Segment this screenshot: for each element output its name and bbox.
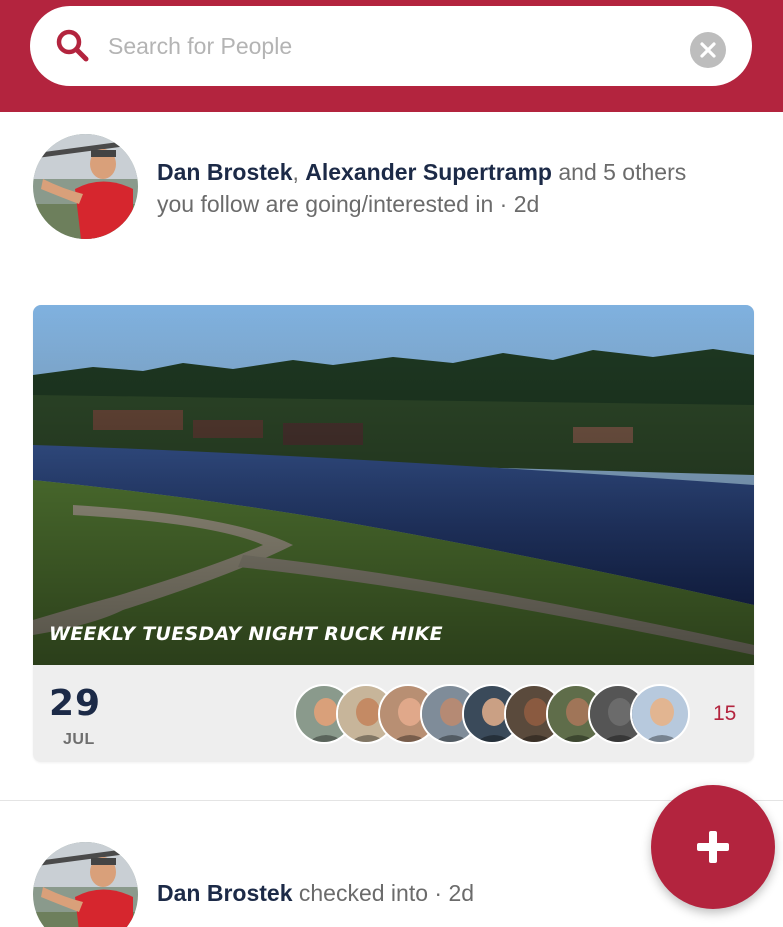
clear-search-button[interactable]: [690, 32, 726, 68]
user-name-link[interactable]: Dan Brostek: [157, 880, 292, 906]
event-date-day: 29: [49, 683, 102, 724]
plus-icon: [697, 831, 729, 863]
feed-divider: [0, 800, 783, 801]
attendee-avatar[interactable]: [630, 684, 690, 744]
avatar[interactable]: [33, 134, 138, 239]
dot-separator: ·: [499, 191, 508, 217]
name-separator: ,: [292, 159, 299, 185]
event-photo[interactable]: [33, 305, 754, 665]
search-bar[interactable]: [30, 6, 752, 86]
event-date-month: JUL: [63, 731, 95, 748]
activity-description: you follow are going/interested in: [157, 191, 494, 217]
timestamp: 2d: [448, 880, 475, 906]
header-bar: [0, 0, 783, 112]
others-count-text: and 5 others: [558, 159, 687, 185]
user-name-link[interactable]: Dan Brostek: [157, 159, 292, 185]
close-icon: [700, 42, 716, 58]
activity-text: Dan Brostek checked into · 2d: [157, 880, 474, 907]
attendee-avatars[interactable]: [294, 684, 696, 744]
event-card[interactable]: WEEKLY TUESDAY NIGHT RUCK HIKE 29 JUL 15: [33, 305, 754, 762]
feed-item-event-activity[interactable]: Dan Brostek, Alexander Supertramp and 5 …: [33, 134, 753, 244]
search-icon: [56, 29, 89, 62]
feed-item-checkin[interactable]: Dan Brostek checked into · 2d: [33, 842, 753, 927]
timestamp: 2d: [513, 191, 540, 217]
activity-description: checked into: [298, 880, 429, 906]
event-title[interactable]: WEEKLY TUESDAY NIGHT RUCK HIKE: [49, 623, 443, 645]
user-name-link[interactable]: Alexander Supertramp: [305, 159, 552, 185]
attendee-count[interactable]: 15: [713, 702, 736, 726]
dot-separator: ·: [434, 880, 443, 906]
add-button[interactable]: [651, 785, 775, 909]
avatar[interactable]: [33, 842, 138, 927]
search-input[interactable]: [108, 28, 668, 64]
activity-text: Dan Brostek, Alexander Supertramp and 5 …: [157, 156, 747, 220]
